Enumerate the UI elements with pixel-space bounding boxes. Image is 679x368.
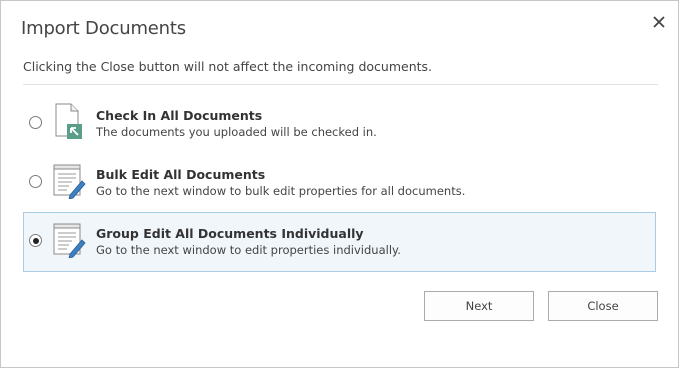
option-title: Check In All Documents	[96, 108, 263, 123]
import-documents-dialog: Import Documents Clicking the Close butt…	[0, 0, 679, 368]
divider	[23, 84, 658, 85]
check-in-document-icon	[52, 102, 86, 140]
dialog-subtitle: Clicking the Close button will not affec…	[23, 59, 433, 74]
option-description: The documents you uploaded will be check…	[96, 125, 377, 139]
option-check-in-all[interactable]: Check In All Documents The documents you…	[23, 94, 656, 154]
edit-document-icon	[52, 220, 86, 259]
option-description: Go to the next window to bulk edit prope…	[96, 184, 466, 198]
option-title: Bulk Edit All Documents	[96, 167, 266, 182]
next-button[interactable]: Next	[424, 291, 534, 321]
edit-document-icon	[52, 161, 86, 200]
option-bulk-edit-all[interactable]: Bulk Edit All Documents Go to the next w…	[23, 153, 656, 213]
option-group-edit-individually[interactable]: Group Edit All Documents Individually Go…	[23, 212, 656, 272]
close-button[interactable]: Close	[548, 291, 658, 321]
option-title: Group Edit All Documents Individually	[96, 226, 364, 241]
dialog-title: Import Documents	[21, 18, 186, 39]
radio-group-edit-individually[interactable]	[29, 234, 42, 247]
option-description: Go to the next window to edit properties…	[96, 243, 401, 257]
radio-bulk-edit-all[interactable]	[29, 175, 42, 188]
close-icon[interactable]	[649, 12, 669, 32]
radio-check-in-all[interactable]	[29, 116, 42, 129]
